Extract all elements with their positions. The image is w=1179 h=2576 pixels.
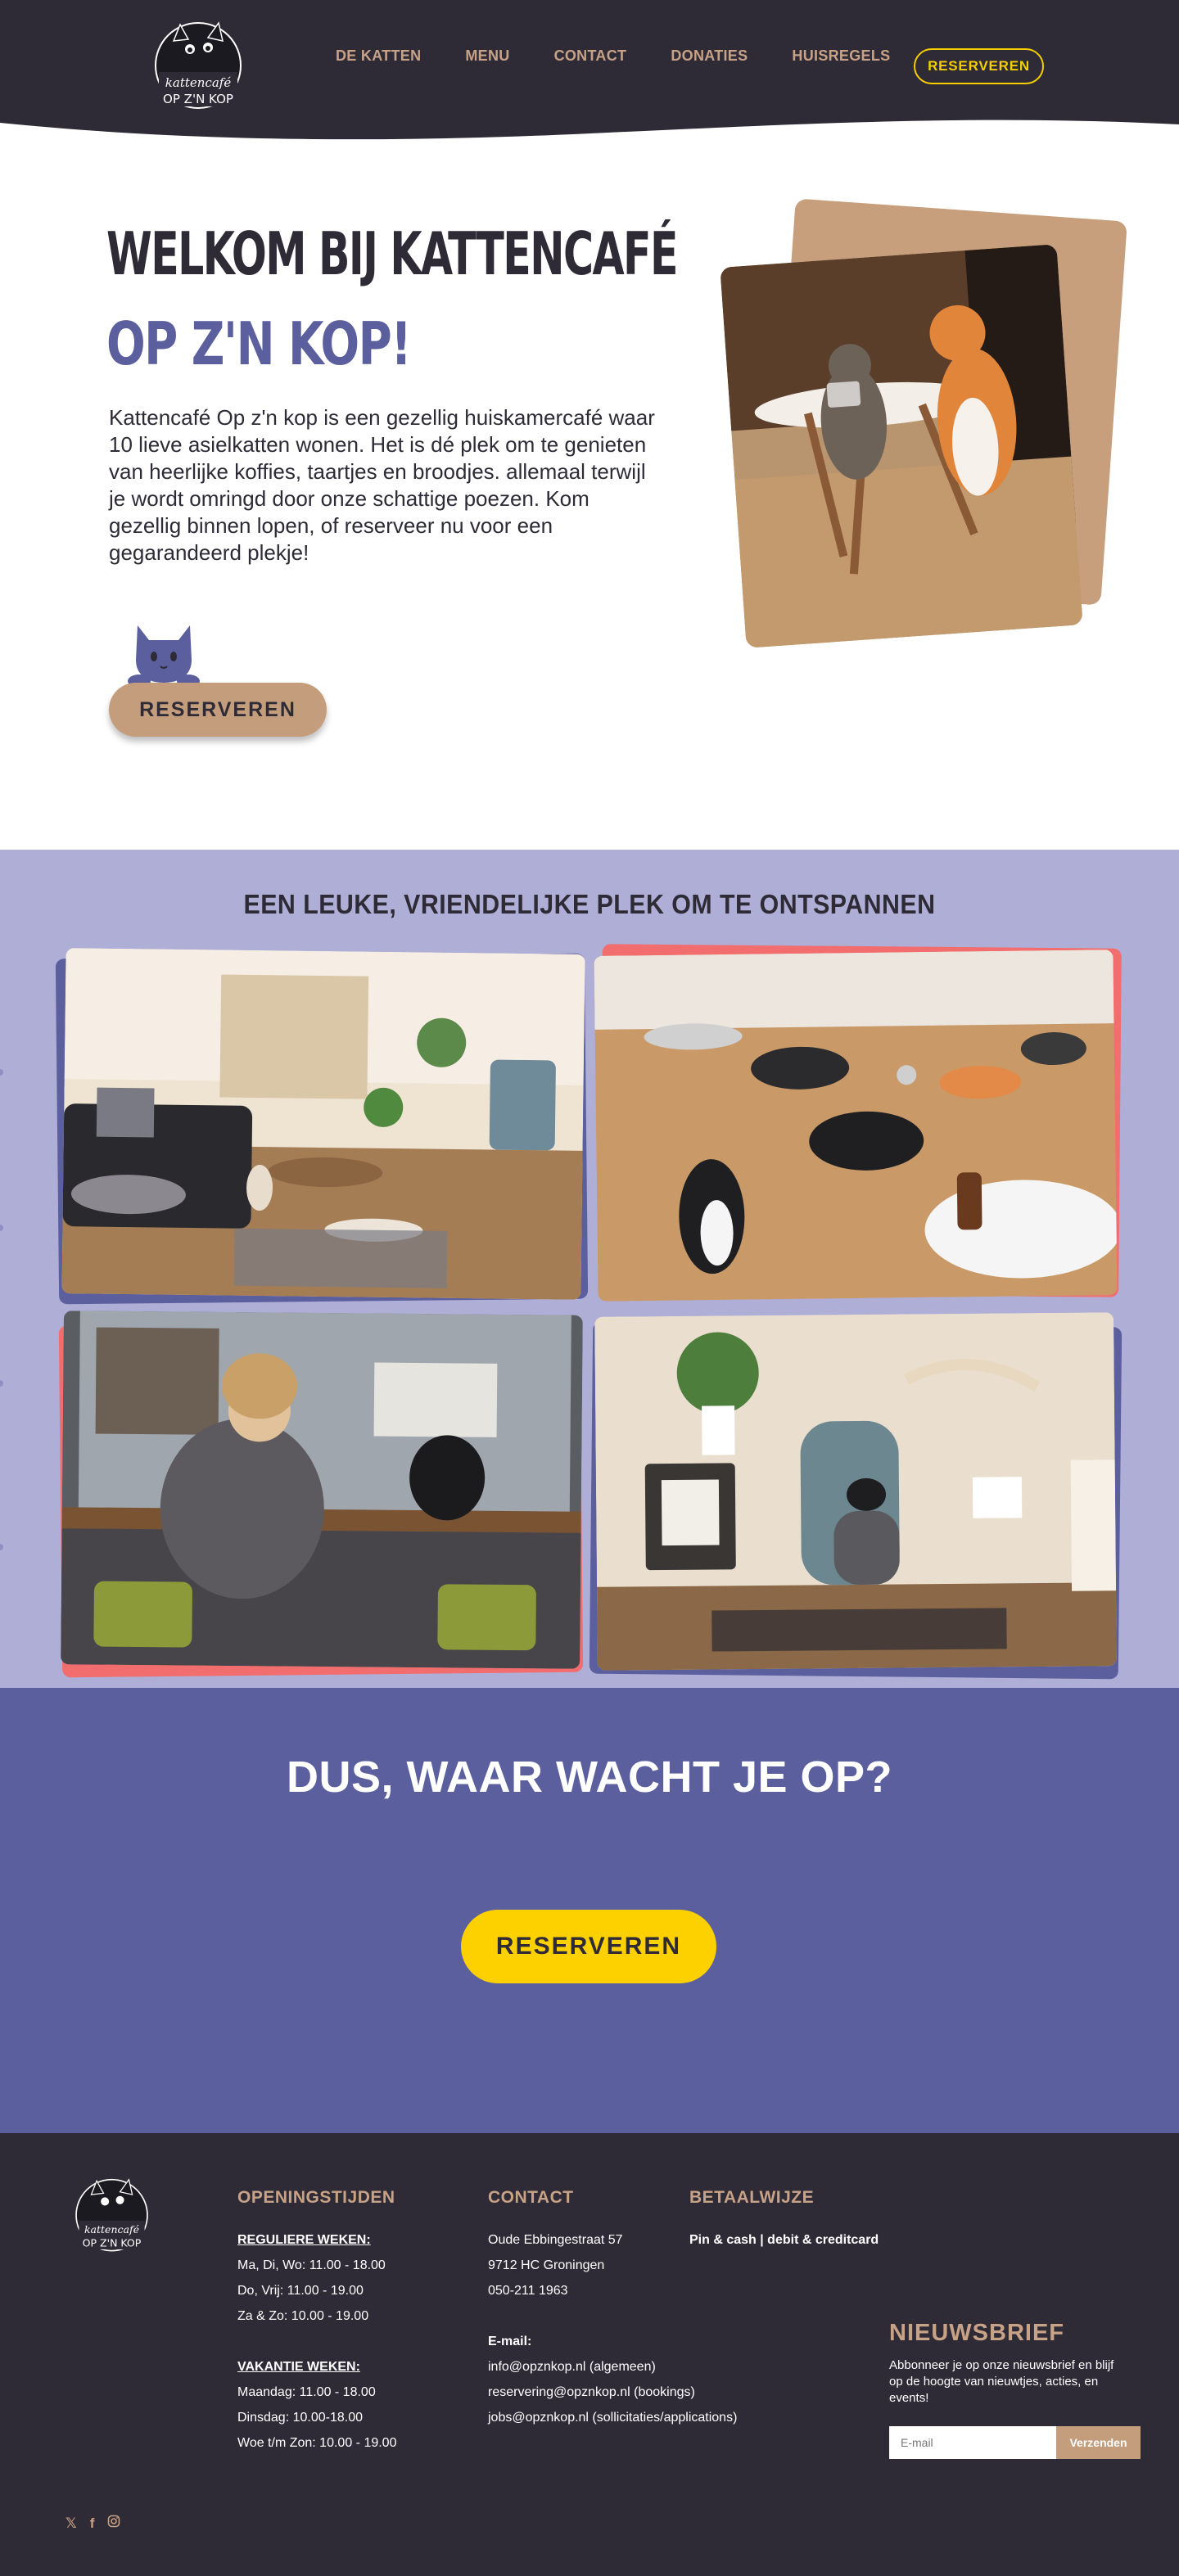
hero-cat-photo (720, 244, 1083, 648)
newsletter-heading: NIEUWSBRIEF (889, 2320, 1064, 2346)
footer-logo[interactable]: kattencafé OP Z'N KOP (64, 2174, 156, 2258)
newsletter-text: Abbonneer je op onze nieuwsbrief en blij… (889, 2358, 1114, 2405)
email-link[interactable]: reservering@opznkop.nl (bookings) (488, 2380, 737, 2405)
payment-methods: Pin & cash | debit & creditcard (689, 2233, 879, 2247)
instagram-icon[interactable] (107, 2515, 120, 2532)
hours-line: Dinsdag: 10.00-18.00 (237, 2411, 363, 2425)
facebook-icon[interactable]: f (90, 2515, 95, 2532)
nav-item-huisregels[interactable]: HUISREGELS (792, 47, 890, 65)
main-nav: DE KATTEN MENU CONTACT DONATIES HUISREGE… (336, 47, 934, 65)
social-links: 𝕏 f (66, 2515, 133, 2532)
svg-text:kattencafé: kattencafé (165, 75, 232, 90)
svg-text:kattencafé: kattencafé (84, 2223, 140, 2235)
address-line: 9712 HC Groningen (488, 2258, 605, 2272)
nav-item-donaties[interactable]: DONATIES (671, 47, 748, 65)
newsletter-email-input[interactable] (889, 2426, 1056, 2459)
gallery-photo-scratch-post (594, 1312, 1117, 1671)
cat-mascot-icon (128, 622, 200, 689)
x-icon[interactable]: 𝕏 (66, 2515, 77, 2532)
gallery-photo-window-cat (61, 1311, 583, 1669)
cta-reserve-button[interactable]: RESERVEREN (461, 1910, 716, 1983)
hours-line: Woe t/m Zon: 10.00 - 19.00 (237, 2436, 397, 2450)
gallery-title: EEN LEUKE, VRIENDELIJKE PLEK OM TE ONTSP… (243, 889, 936, 919)
cat-logo-icon: kattencafé OP Z'N KOP (75, 2178, 148, 2252)
email-link[interactable]: jobs@opznkop.nl (sollicitaties/applicati… (488, 2405, 737, 2430)
footer-payment-text: Pin & cash | debit & creditcard (689, 2227, 879, 2253)
svg-text:OP Z'N KOP: OP Z'N KOP (83, 2237, 142, 2249)
nav-item-contact[interactable]: CONTACT (554, 47, 627, 65)
hero-intro-text: Kattencafé Op z'n kop is een gezellig hu… (109, 405, 655, 565)
gallery-photo-cats-eating (594, 950, 1118, 1302)
hours-line: Do, Vrij: 11.00 - 19.00 (237, 2284, 364, 2298)
hours-line: Ma, Di, Wo: 11.00 - 18.00 (237, 2258, 386, 2272)
svg-text:OP Z'N KOP: OP Z'N KOP (163, 92, 233, 106)
email-link[interactable]: info@opznkop.nl (algemeen) (488, 2354, 737, 2380)
footer-contact-heading: CONTACT (488, 2188, 574, 2207)
nav-item-de-katten[interactable]: DE KATTEN (336, 47, 421, 65)
site-logo[interactable]: kattencafé OP Z'N KOP (141, 16, 251, 116)
phone-link[interactable]: 050-211 1963 (488, 2278, 737, 2303)
hero-title-line2: OP Z'N KOP! (106, 309, 412, 378)
footer-payment-heading: BETAALWIJZE (689, 2188, 815, 2207)
email-label: E-mail: (488, 2335, 532, 2348)
hours-line: Za & Zo: 10.00 - 19.00 (237, 2309, 369, 2323)
footer-contact-list: Oude Ebbingestraat 57 9712 HC Groningen … (488, 2227, 737, 2430)
cat-logo-icon: kattencafé OP Z'N KOP (155, 21, 242, 109)
gallery-photo-sofa (61, 948, 585, 1300)
footer-hours-heading: OPENINGSTIJDEN (237, 2188, 395, 2207)
hero-title-line1: WELKOM BIJ KATTENCAFÉ (106, 219, 679, 288)
newsletter-submit-button[interactable]: Verzenden (1056, 2426, 1141, 2459)
nav-item-menu[interactable]: MENU (465, 47, 509, 65)
nav-reserve-button[interactable]: RESERVEREN (914, 48, 1044, 84)
footer-hours-list: REGULIERE WEKEN: Ma, Di, Wo: 11.00 - 18.… (237, 2227, 396, 2456)
cta-title: DUS, WAAR WACHT JE OP? (286, 1753, 893, 1802)
holiday-weeks-label: VAKANTIE WEKEN: (237, 2360, 360, 2374)
regular-weeks-label: REGULIERE WEKEN: (237, 2233, 371, 2247)
side-decoration (0, 1069, 3, 1550)
site-header: kattencafé OP Z'N KOP DE KATTEN MENU CON… (0, 0, 1179, 147)
hero-reserve-button[interactable]: RESERVEREN (109, 683, 327, 737)
hours-line: Maandag: 11.00 - 18.00 (237, 2385, 376, 2399)
